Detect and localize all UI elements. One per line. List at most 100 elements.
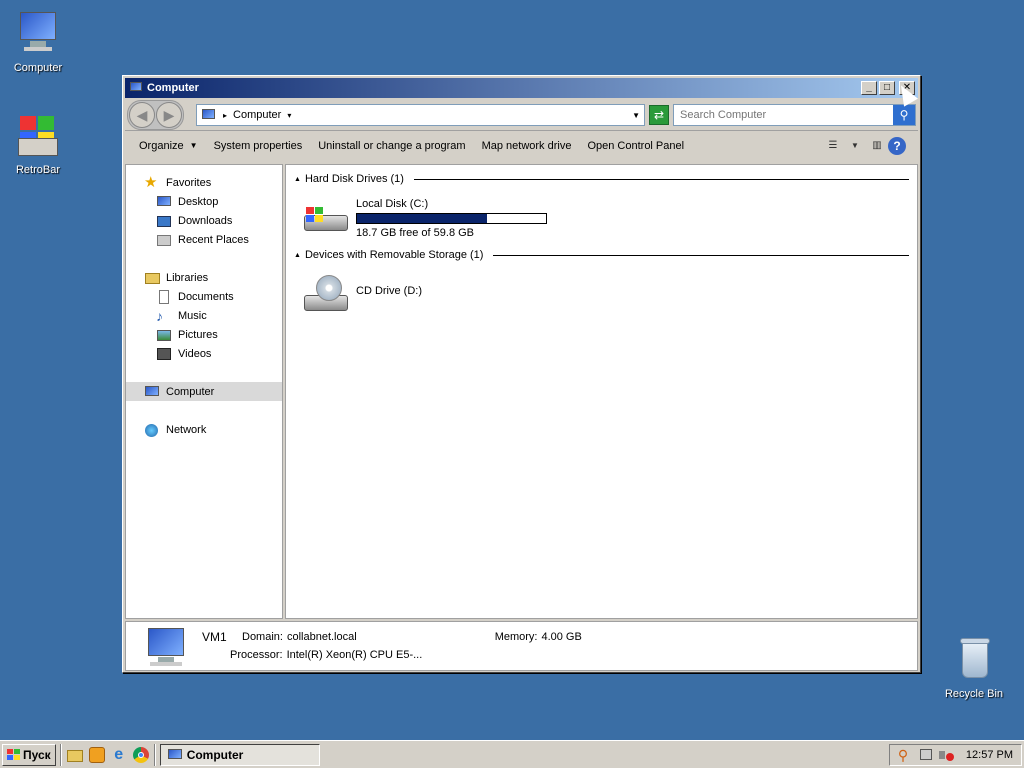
- minimize-button[interactable]: _: [861, 81, 877, 95]
- nav-buttons: ◀ ▶: [127, 100, 184, 130]
- task-label: Computer: [186, 747, 244, 762]
- nav-videos[interactable]: Videos: [126, 344, 282, 363]
- nav-downloads[interactable]: Downloads: [126, 211, 282, 230]
- nav-network[interactable]: Network: [126, 420, 282, 439]
- nav-libraries[interactable]: Libraries: [126, 268, 282, 287]
- computer-icon: [129, 82, 143, 94]
- desktop-icon: [156, 195, 172, 209]
- organize-button[interactable]: Organize ▼: [137, 131, 206, 160]
- command-bar: Organize ▼ System properties Uninstall o…: [125, 130, 918, 160]
- drive-usage-fill: [357, 214, 487, 223]
- domain-value: collabnet.local: [286, 631, 357, 643]
- network-icon: [144, 423, 160, 437]
- collapse-icon: ▲: [294, 175, 301, 183]
- organize-label: Organize: [139, 139, 184, 152]
- nav-gap: [126, 401, 282, 420]
- group-removable-storage[interactable]: ▲ Devices with Removable Storage (1): [294, 249, 909, 261]
- pictures-icon: [156, 328, 172, 342]
- nav-gap: [126, 249, 282, 268]
- nav-label: Pictures: [178, 328, 218, 341]
- nav-desktop[interactable]: Desktop: [126, 192, 282, 211]
- nav-label: Downloads: [178, 214, 233, 227]
- domain-label: Domain:: [242, 631, 283, 643]
- nav-documents[interactable]: Documents: [126, 287, 282, 306]
- domain-info: Domain: collabnet.local: [242, 631, 357, 643]
- retrobar-icon: [14, 112, 62, 160]
- taskbar-button-computer[interactable]: Computer: [159, 743, 320, 766]
- desktop-icon-label: Computer: [13, 62, 63, 74]
- internet-explorer-quicklaunch-icon[interactable]: e: [110, 746, 128, 764]
- computer-icon: [14, 10, 62, 58]
- breadcrumb[interactable]: Computer ▾: [233, 109, 626, 121]
- breadcrumb-computer: Computer: [233, 109, 282, 121]
- computer-icon: [167, 748, 183, 762]
- nav-recent-places[interactable]: Recent Places: [126, 230, 282, 249]
- start-button[interactable]: Пуск: [2, 743, 56, 766]
- change-view-icon[interactable]: ☰: [822, 136, 844, 156]
- uninstall-program-button[interactable]: Uninstall or change a program: [310, 131, 473, 160]
- title-bar[interactable]: Computer _ □ ✕: [125, 78, 918, 98]
- nav-label: Documents: [178, 290, 234, 303]
- open-control-panel-button[interactable]: Open Control Panel: [579, 131, 692, 160]
- search-box: ⚲: [673, 104, 916, 126]
- drive-local-disk-c[interactable]: Local Disk (C:) 18.7 GB free of 59.8 GB: [302, 197, 547, 241]
- taskbar-separator: [153, 743, 156, 766]
- nav-label: Libraries: [166, 271, 209, 284]
- explorer-body: ★ Favorites Desktop Downloads Recent Pla…: [125, 164, 918, 619]
- drive-cd-d[interactable]: CD Drive (D:): [302, 273, 422, 317]
- maximize-button[interactable]: □: [879, 81, 895, 95]
- start-label: Пуск: [23, 747, 51, 762]
- nav-label: Computer: [166, 385, 215, 398]
- desktop-icon-label: RetroBar: [15, 164, 61, 176]
- computer-icon: [142, 626, 192, 668]
- system-properties-button[interactable]: System properties: [206, 131, 311, 160]
- forward-button[interactable]: ▶: [156, 102, 182, 128]
- nav-gap: [126, 363, 282, 382]
- computer-info: VM1 Domain: collabnet.local Memory: 4.00…: [202, 626, 582, 666]
- chevron-down-icon: ▾: [287, 110, 292, 120]
- desktop-icon-computer[interactable]: Computer: [0, 10, 76, 74]
- desktop-icon-label: Recycle Bin: [944, 688, 1004, 700]
- memory-label: Memory:: [494, 631, 538, 643]
- explorer-quicklaunch-icon[interactable]: [66, 746, 84, 764]
- group-hard-disk-drives[interactable]: ▲ Hard Disk Drives (1): [294, 173, 909, 185]
- nav-computer[interactable]: Computer: [126, 382, 282, 401]
- downloads-icon: [156, 214, 172, 228]
- preview-pane-icon[interactable]: ▥: [866, 136, 888, 156]
- desktop-icon-recycle-bin[interactable]: Recycle Bin: [936, 636, 1012, 700]
- nav-favorites[interactable]: ★ Favorites: [126, 173, 282, 192]
- computer-name: VM1: [202, 630, 227, 644]
- network-status-icon[interactable]: [918, 747, 934, 763]
- drive-name: Local Disk (C:): [356, 198, 429, 210]
- map-network-drive-button[interactable]: Map network drive: [474, 131, 580, 160]
- refresh-button[interactable]: ⇄: [649, 105, 669, 125]
- nav-music[interactable]: ♪ Music: [126, 306, 282, 325]
- view-dropdown-icon[interactable]: ▼: [844, 136, 866, 156]
- drive-free-space: 18.7 GB free of 59.8 GB: [356, 227, 475, 239]
- group-title: Devices with Removable Storage (1): [304, 249, 484, 261]
- chrome-quicklaunch-icon[interactable]: [132, 746, 150, 764]
- back-button[interactable]: ◀: [129, 102, 155, 128]
- help-icon[interactable]: ?: [888, 136, 906, 155]
- memory-value: 4.00 GB: [541, 631, 582, 643]
- clock[interactable]: 12:57 PM: [966, 749, 1013, 761]
- nav-pictures[interactable]: Pictures: [126, 325, 282, 344]
- address-dropdown-icon[interactable]: ▼: [632, 111, 640, 120]
- processor-value: Intel(R) Xeon(R) CPU E5-...: [286, 649, 423, 661]
- hard-drive-icon: [302, 197, 350, 241]
- group-title: Hard Disk Drives (1): [304, 173, 404, 185]
- search-icon[interactable]: ⚲: [893, 105, 915, 125]
- search-input[interactable]: [674, 105, 893, 125]
- chevron-right-icon[interactable]: ▸: [223, 111, 227, 120]
- search-icon[interactable]: ⚲: [898, 747, 914, 763]
- volume-muted-icon[interactable]: [938, 747, 954, 763]
- desktop-icon-retrobar[interactable]: RetroBar: [0, 112, 76, 176]
- chevron-down-icon: ▼: [189, 141, 198, 150]
- media-player-quicklaunch-icon[interactable]: [88, 746, 106, 764]
- address-bar[interactable]: ▸ Computer ▾ ▼: [196, 104, 645, 126]
- cd-drive-icon: [302, 273, 350, 317]
- explorer-window: Computer _ □ ✕ ◀ ▶ ▸ Computer ▾ ▼ ⇄ ⚲ O: [122, 75, 921, 673]
- address-toolbar: ◀ ▶ ▸ Computer ▾ ▼ ⇄ ⚲: [123, 100, 920, 130]
- nav-label: Videos: [178, 347, 212, 360]
- nav-label: Desktop: [178, 195, 219, 208]
